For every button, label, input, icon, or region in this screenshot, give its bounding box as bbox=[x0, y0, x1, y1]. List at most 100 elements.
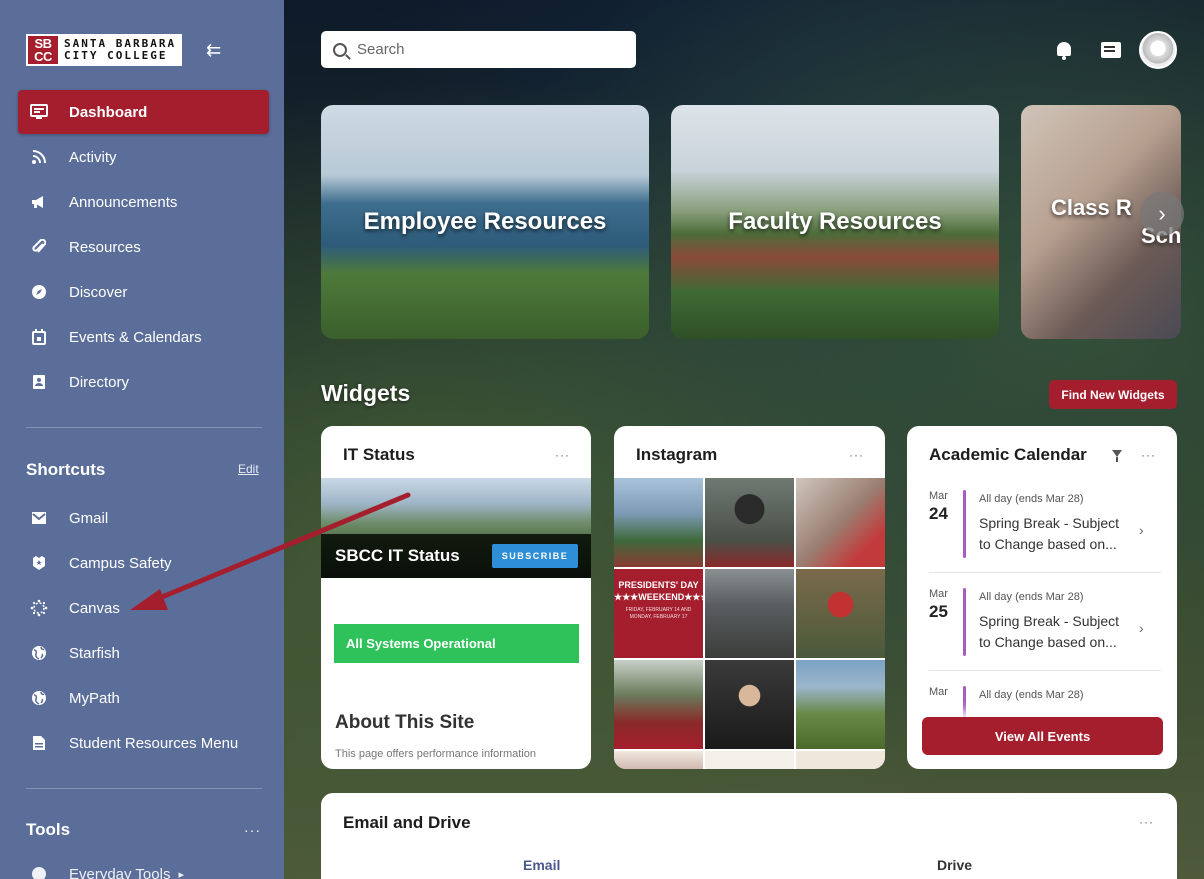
shortcut-mypath[interactable]: MyPath bbox=[18, 676, 269, 720]
event-time: All day (ends Mar 28) bbox=[979, 591, 1084, 603]
divider bbox=[929, 572, 1161, 573]
widget-title: Email and Drive bbox=[343, 813, 471, 832]
about-title: About This Site bbox=[335, 712, 475, 733]
nav-item-dashboard[interactable]: Dashboard bbox=[18, 90, 269, 134]
document-icon bbox=[28, 732, 50, 754]
widget-menu-icon[interactable]: ··· bbox=[1141, 448, 1156, 462]
widget-title: Academic Calendar bbox=[929, 445, 1087, 464]
it-status-banner-title: SBCC IT Status bbox=[335, 546, 460, 565]
search-input[interactable]: Search bbox=[321, 31, 636, 68]
shortcut-label: MyPath bbox=[69, 689, 120, 707]
post-title: PRESIDENTS' DAY ★★★WEEKEND★★★ bbox=[614, 580, 703, 602]
shortcut-canvas[interactable]: Canvas bbox=[18, 586, 269, 630]
nav-label: Events & Calendars bbox=[69, 328, 202, 346]
view-all-events-button[interactable]: View All Events bbox=[922, 717, 1163, 755]
widget-menu-icon[interactable]: ··· bbox=[1139, 815, 1154, 829]
instagram-post[interactable] bbox=[796, 751, 885, 769]
instagram-post[interactable] bbox=[614, 478, 703, 567]
shortcut-label: Canvas bbox=[69, 599, 120, 617]
tools-heading: Tools bbox=[26, 820, 71, 839]
widgets-heading: Widgets bbox=[321, 380, 411, 406]
instagram-grid: PRESIDENTS' DAY ★★★WEEKEND★★★ FRIDAY, FE… bbox=[614, 478, 885, 769]
nav-label: Dashboard bbox=[69, 103, 148, 121]
event-month: Mar bbox=[929, 588, 948, 600]
instagram-post[interactable] bbox=[796, 478, 885, 567]
tool-label: Everyday Tools bbox=[69, 865, 171, 879]
globe-icon bbox=[28, 642, 50, 664]
nav-item-announcements[interactable]: Announcements bbox=[18, 180, 269, 224]
event-color-bar bbox=[963, 588, 966, 656]
tool-everyday-tools[interactable]: Everyday Tools ▸ bbox=[18, 852, 269, 879]
shortcut-gmail[interactable]: Gmail bbox=[18, 496, 269, 540]
collapse-sidebar-icon[interactable]: ⇇ bbox=[206, 40, 221, 61]
instagram-post[interactable] bbox=[614, 660, 703, 749]
shortcut-starfish[interactable]: Starfish bbox=[18, 631, 269, 675]
widget-it-status: IT Status ··· SBCC IT Status SUBSCRIBE A… bbox=[321, 426, 591, 769]
shortcut-label: Gmail bbox=[69, 509, 109, 527]
event-month: Mar bbox=[929, 686, 948, 698]
card-label: Faculty Resources bbox=[728, 208, 942, 235]
instagram-post[interactable] bbox=[796, 660, 885, 749]
card-label: Class R bbox=[1051, 195, 1132, 220]
event-time: All day (ends Mar 28) bbox=[979, 689, 1084, 701]
widget-menu-icon[interactable]: ··· bbox=[849, 448, 864, 462]
instagram-post[interactable] bbox=[705, 751, 794, 769]
calendar-icon bbox=[28, 326, 50, 348]
mail-icon bbox=[28, 507, 50, 529]
nav-item-activity[interactable]: Activity bbox=[18, 135, 269, 179]
instagram-post[interactable] bbox=[614, 751, 703, 769]
logo-text: SANTA BARBARA CITY COLLEGE bbox=[64, 38, 176, 62]
widget-email-drive: Email and Drive ··· Email Drive bbox=[321, 793, 1177, 879]
nav-item-events[interactable]: Events & Calendars bbox=[18, 315, 269, 359]
globe-icon bbox=[28, 687, 50, 709]
shortcut-student-resources[interactable]: Student Resources Menu bbox=[18, 721, 269, 765]
search-placeholder: Search bbox=[357, 41, 405, 58]
top-icons bbox=[1055, 31, 1177, 69]
chat-icon[interactable] bbox=[1101, 42, 1121, 58]
instagram-post[interactable]: PRESIDENTS' DAY ★★★WEEKEND★★★ FRIDAY, FE… bbox=[614, 569, 703, 658]
edit-shortcuts-link[interactable]: Edit bbox=[238, 462, 259, 476]
tab-drive[interactable]: Drive bbox=[937, 857, 972, 873]
instagram-post[interactable] bbox=[705, 569, 794, 658]
tools-menu-icon[interactable]: ··· bbox=[244, 822, 261, 838]
event-title: Spring Break - Subject to Change based o… bbox=[979, 515, 1120, 552]
card-employee-resources[interactable]: Employee Resources bbox=[321, 105, 649, 339]
nav-item-resources[interactable]: Resources bbox=[18, 225, 269, 269]
event-day: 24 bbox=[929, 504, 948, 523]
instagram-post[interactable] bbox=[705, 660, 794, 749]
badge-icon bbox=[28, 552, 50, 574]
bell-icon[interactable] bbox=[1055, 40, 1073, 60]
logo-mark-bottom: CC bbox=[34, 49, 52, 64]
contacts-icon bbox=[28, 371, 50, 393]
find-new-widgets-button[interactable]: Find New Widgets bbox=[1049, 380, 1177, 409]
event-time: All day (ends Mar 28) bbox=[979, 493, 1084, 505]
widget-academic-calendar: Academic Calendar ··· Mar 24 All day (en… bbox=[907, 426, 1177, 769]
subscribe-button[interactable]: SUBSCRIBE bbox=[492, 544, 578, 568]
shortcut-label: Starfish bbox=[69, 644, 120, 662]
chevron-right-icon: › bbox=[1139, 620, 1144, 636]
dashboard-icon bbox=[28, 101, 50, 123]
sbcc-logo[interactable]: SB CC SANTA BARBARA CITY COLLEGE bbox=[26, 34, 183, 66]
globe-icon bbox=[28, 863, 50, 879]
card-faculty-resources[interactable]: Faculty Resources bbox=[671, 105, 999, 339]
widget-title: Instagram bbox=[636, 445, 718, 464]
nav-label: Resources bbox=[69, 238, 141, 256]
about-description: This page offers performance information bbox=[335, 748, 536, 760]
tab-email[interactable]: Email bbox=[523, 857, 560, 873]
nav-item-directory[interactable]: Directory bbox=[18, 360, 269, 404]
nav-label: Discover bbox=[69, 283, 128, 301]
megaphone-icon bbox=[28, 191, 50, 213]
instagram-post[interactable] bbox=[705, 478, 794, 567]
search-icon bbox=[333, 42, 347, 57]
shortcut-campus-safety[interactable]: Campus Safety bbox=[18, 541, 269, 585]
sidebar: SB CC SANTA BARBARA CITY COLLEGE ⇇ Dashb… bbox=[0, 0, 284, 879]
filter-icon[interactable] bbox=[1112, 450, 1122, 462]
widget-menu-icon[interactable]: ··· bbox=[555, 448, 570, 462]
instagram-post[interactable] bbox=[796, 569, 885, 658]
card-class-resources[interactable]: Class R Sch bbox=[1021, 105, 1181, 339]
nav-item-discover[interactable]: Discover bbox=[18, 270, 269, 314]
logo-mark: SB CC bbox=[28, 36, 58, 64]
event-month: Mar bbox=[929, 490, 948, 502]
avatar[interactable] bbox=[1139, 31, 1177, 69]
event-title: Spring Break - Subject to Change based o… bbox=[979, 613, 1120, 650]
